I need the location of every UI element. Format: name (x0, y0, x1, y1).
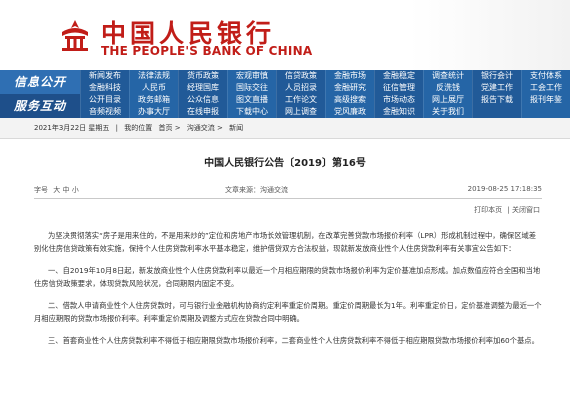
nav-item[interactable]: 办事大厅 (129, 106, 178, 118)
article-title: 中国人民银行公告〔2019〕第16号 (204, 158, 366, 169)
nav-item[interactable]: 经理国库 (178, 82, 227, 94)
nav-item[interactable]: 报告下载 (472, 94, 521, 106)
breadcrumb-arrow-icon: > (217, 124, 223, 132)
main-nav: 信息公开 服务互动 新闻发布 法律法规 货币政策 宏观审慎 信贷政策 金融市场 … (0, 70, 570, 118)
breadcrumb-item-home[interactable]: 首页 (158, 124, 172, 132)
nav-item[interactable]: 宏观审慎 (227, 70, 276, 82)
nav-item[interactable]: 图文直播 (227, 94, 276, 106)
nav-item[interactable]: 党风廉政 (325, 106, 374, 118)
nav-item-empty (472, 106, 521, 118)
nav-item[interactable]: 公开目录 (80, 94, 129, 106)
breadcrumb-item-news[interactable]: 新闻 (229, 124, 243, 132)
article-source: 文章来源：沟通交流 (225, 186, 288, 194)
font-size-selector: 字号 大 中 小 (34, 185, 79, 195)
article-tools: 打印本页 | 关闭窗口 (0, 203, 570, 219)
article: 中国人民银行公告〔2019〕第16号 字号 大 中 小 文章来源：沟通交流 20… (0, 157, 570, 347)
header-decoration (410, 0, 570, 70)
article-tools-box: 打印本页 | 关闭窗口 (474, 205, 540, 215)
nav-item[interactable]: 公众信息 (178, 94, 227, 106)
breadcrumb: 2021年3月22日 星期五 | 我的位置 首页 > 沟通交流 > 新闻 (0, 118, 570, 139)
nav-item[interactable]: 网上调查 (276, 106, 325, 118)
site-title-en: THE PEOPLE'S BANK OF CHINA (101, 44, 313, 58)
breadcrumb-arrow-icon: > (174, 124, 181, 132)
nav-item[interactable]: 货币政策 (178, 70, 227, 82)
nav-item[interactable]: 金融稳定 (374, 70, 423, 82)
breadcrumb-location-label: 我的位置 (124, 124, 153, 132)
nav-item[interactable]: 在线申报 (178, 106, 227, 118)
nav-item[interactable]: 网上展厅 (423, 94, 472, 106)
meta-divider (34, 198, 542, 199)
article-body: 为坚决贯彻落实“房子是用来住的，不是用来炒的”定位和房地产市场长效管理机制，在改… (34, 229, 542, 347)
close-window-link[interactable]: 关闭窗口 (512, 206, 540, 214)
nav-item[interactable]: 支付体系 (521, 70, 570, 82)
nav-section-info-disclosure: 信息公开 (0, 70, 80, 94)
nav-item[interactable]: 高级搜索 (325, 94, 374, 106)
nav-item[interactable]: 金融科技 (80, 82, 129, 94)
nav-item[interactable]: 工会工作 (521, 82, 570, 94)
nav-item[interactable]: 金融市场 (325, 70, 374, 82)
page: 中国人民银行 THE PEOPLE'S BANK OF CHINA 信息公开 服… (0, 0, 570, 418)
nav-item[interactable]: 人员招录 (276, 82, 325, 94)
nav-item[interactable]: 政务邮箱 (129, 94, 178, 106)
article-paragraph: 为坚决贯彻落实“房子是用来住的，不是用来炒的”定位和房地产市场长效管理机制，在改… (34, 231, 537, 253)
print-page-link[interactable]: 打印本页 (474, 206, 502, 214)
breadcrumb-item-communication[interactable]: 沟通交流 (187, 124, 215, 132)
nav-item[interactable]: 新闻发布 (80, 70, 129, 82)
breadcrumb-separator: | (115, 124, 118, 132)
nav-item[interactable]: 反洗钱 (423, 82, 472, 94)
article-paragraph: 二、借款人申请商业性个人住房贷款时，可与银行业金融机构协商约定利率重定价周期。重… (34, 301, 542, 323)
site-header: 中国人民银行 THE PEOPLE'S BANK OF CHINA (0, 0, 570, 70)
article-meta: 字号 大 中 小 文章来源：沟通交流 2019-08-25 17:18:35 (0, 185, 570, 199)
nav-item[interactable]: 党建工作 (472, 82, 521, 94)
font-size-medium[interactable]: 中 (62, 186, 69, 194)
font-size-label: 字号 (34, 186, 48, 194)
pboc-logo-icon[interactable] (58, 18, 92, 54)
nav-item[interactable]: 市场动态 (374, 94, 423, 106)
nav-item[interactable]: 工作论文 (276, 94, 325, 106)
nav-item[interactable]: 法律法规 (129, 70, 178, 82)
nav-item[interactable]: 银行会计 (472, 70, 521, 82)
nav-item[interactable]: 国际交往 (227, 82, 276, 94)
nav-item[interactable]: 金融知识 (374, 106, 423, 118)
nav-item[interactable]: 调查统计 (423, 70, 472, 82)
font-size-large[interactable]: 大 (53, 186, 60, 194)
nav-item[interactable]: 征信管理 (374, 82, 423, 94)
tools-separator: | (507, 206, 510, 214)
nav-grid: 新闻发布 法律法规 货币政策 宏观审慎 信贷政策 金融市场 金融稳定 调查统计 … (80, 70, 570, 118)
nav-item[interactable]: 人民币 (129, 82, 178, 94)
current-date: 2021年3月22日 星期五 (34, 124, 110, 132)
nav-item[interactable]: 音频视频 (80, 106, 129, 118)
nav-item-empty (521, 106, 570, 118)
font-size-small[interactable]: 小 (72, 186, 79, 194)
nav-section-service-interaction: 服务互动 (0, 94, 80, 118)
article-paragraph: 三、首套商业性个人住房贷款利率不得低于相应期限贷款市场报价利率，二套商业性个人住… (48, 336, 539, 345)
nav-item[interactable]: 下载中心 (227, 106, 276, 118)
nav-item[interactable]: 报刊年鉴 (521, 94, 570, 106)
article-timestamp: 2019-08-25 17:18:35 (467, 185, 542, 193)
article-paragraph: 一、自2019年10月8日起，新发放商业性个人住房贷款利率以最近一个月相应期限的… (34, 266, 541, 288)
nav-item[interactable]: 金融研究 (325, 82, 374, 94)
nav-item[interactable]: 信贷政策 (276, 70, 325, 82)
nav-item[interactable]: 关于我们 (423, 106, 472, 118)
